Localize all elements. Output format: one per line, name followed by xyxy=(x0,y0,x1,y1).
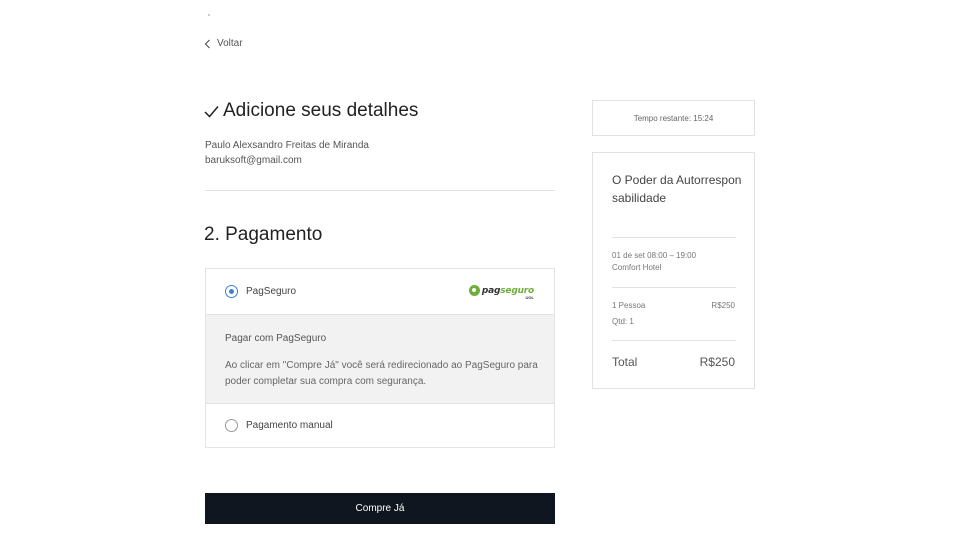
pagseguro-panel-title: Pagar com PagSeguro xyxy=(225,333,327,344)
payment-option-label: PagSeguro xyxy=(246,286,297,297)
payment-option-pagseguro[interactable]: PagSeguro pagseguro UOL xyxy=(206,269,554,315)
radio-manual[interactable] xyxy=(225,419,238,432)
details-title: Adicione seus detalhes xyxy=(223,100,419,121)
payment-option-manual[interactable]: Pagamento manual xyxy=(206,403,554,447)
logo-text-b: seguro xyxy=(500,285,534,296)
payment-option-label: Pagamento manual xyxy=(246,420,333,431)
order-summary: O Poder da Autorresponsabilidade 01 de s… xyxy=(592,152,755,389)
logo-sub: UOL xyxy=(525,295,534,300)
radio-pagseguro[interactable] xyxy=(225,285,238,298)
buy-now-button[interactable]: Compre Já xyxy=(205,493,555,524)
summary-divider xyxy=(612,237,736,238)
chevron-left-icon xyxy=(204,39,210,48)
logo-text-a: pag xyxy=(481,285,501,296)
pagseguro-logo: pagseguro UOL xyxy=(468,285,534,300)
ticket-price: R$250 xyxy=(711,301,735,310)
pagseguro-panel-description: Ao clicar em "Compre Já" você será redir… xyxy=(225,360,538,387)
check-icon xyxy=(204,105,219,118)
payment-heading: 2. Pagamento xyxy=(204,224,323,245)
back-label: Voltar xyxy=(217,38,243,49)
summary-divider xyxy=(612,287,736,288)
pagseguro-panel: Pagar com PagSeguro Ao clicar em "Compre… xyxy=(206,315,554,403)
event-title: O Poder da Autorresponsabilidade xyxy=(612,173,742,205)
back-link[interactable]: Voltar xyxy=(204,38,243,49)
event-venue: Comfort Hotel xyxy=(612,263,662,272)
ticket-label: 1 Pessoa xyxy=(612,301,646,310)
customer-email: baruksoft@gmail.com xyxy=(205,155,302,166)
total-label: Total xyxy=(612,355,638,369)
event-datetime: 01 de set 08:00 – 19:00 xyxy=(612,251,697,260)
time-remaining: Tempo restante: 15:24 xyxy=(592,100,755,136)
details-heading: Adicione seus detalhes xyxy=(204,100,418,122)
section-divider xyxy=(205,190,555,191)
payment-options: PagSeguro pagseguro UOL Pagar com PagSeg… xyxy=(205,268,555,448)
total-value: R$250 xyxy=(699,355,735,369)
pagseguro-logo-icon xyxy=(468,285,480,296)
decorative-dot xyxy=(208,14,210,16)
ticket-quantity: Qtd: 1 xyxy=(612,317,634,326)
summary-divider xyxy=(612,340,736,341)
customer-name: Paulo Alexsandro Freitas de Miranda xyxy=(205,140,369,151)
